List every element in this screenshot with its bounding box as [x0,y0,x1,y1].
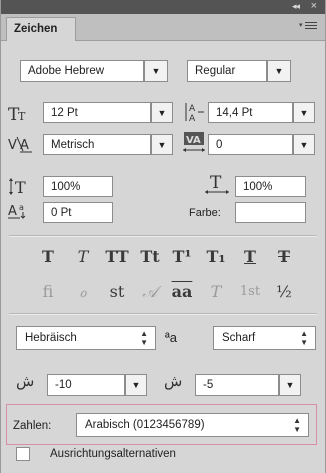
font-size-dropdown[interactable]: ▼ [151,102,173,123]
font-style-field[interactable]: Regular [187,60,267,82]
tracking-dropdown[interactable]: ▼ [293,134,315,155]
ordinals-button[interactable]: 1st [237,280,263,304]
horizontal-scale-icon: T [204,172,230,199]
svg-text:A: A [20,138,29,153]
faux-bold-button[interactable]: T [35,245,61,269]
tab-bar: Zeichen ▾ [1,14,325,41]
font-size-icon: TT [8,104,30,125]
language-value: Hebräisch [25,332,77,344]
diacritic-dropdown[interactable]: ▼ [279,374,301,396]
tab-zeichen[interactable]: Zeichen [6,17,76,41]
color-label: Farbe: [189,207,221,219]
kerning-field[interactable]: Metrisch [43,134,151,155]
faux-italic-button[interactable]: T [70,245,96,269]
language-select[interactable]: Hebräisch ▲ ▼ [16,326,156,350]
close-icon[interactable]: × [311,0,317,12]
underline-button[interactable]: T [237,245,263,269]
kashida-icon: ش [16,372,35,390]
kashida-field[interactable]: -10 [47,374,125,396]
antialias-icon: ªa [165,330,178,345]
panel-menu-icon[interactable]: ▾ [299,22,317,31]
numbers-label: Zahlen: [13,420,52,432]
svg-text:A: A [189,104,196,114]
stylistic-alternates-button[interactable]: aa [169,280,195,304]
svg-text:T: T [18,110,26,122]
subscript-button[interactable]: T₁ [203,245,229,269]
tracking-field[interactable]: 0 [208,134,293,155]
panel-titlebar: ◂◂ × [1,0,325,14]
font-family-field[interactable]: Adobe Hebrew [20,60,144,82]
discretionary-ligatures-button[interactable]: st [104,280,130,304]
titling-alternates-button[interactable]: T [203,280,229,304]
antialias-select[interactable]: Scharf ▲ ▼ [213,326,316,350]
antialias-value: Scharf [222,332,256,344]
contextual-alternates-button[interactable]: ℴ [70,280,96,304]
diacritic-field[interactable]: -5 [195,374,279,396]
all-caps-button[interactable]: TT [104,245,130,269]
alignment-alternates-label: Ausrichtungsalternativen [50,448,176,460]
swash-button[interactable]: 𝒜 [137,280,163,304]
kerning-icon: VA [8,135,34,156]
superscript-button[interactable]: T¹ [169,245,195,269]
svg-text:T: T [210,173,222,193]
svg-text:VA: VA [186,135,201,146]
collapse-icon[interactable]: ◂◂ [292,1,300,12]
svg-text:A: A [189,114,196,123]
svg-text:a: a [19,203,24,212]
baseline-shift-field[interactable]: 0 Pt [43,202,113,223]
svg-text:T: T [15,178,26,196]
leading-icon: AA [184,101,206,126]
kerning-dropdown[interactable]: ▼ [151,134,173,155]
updown-icon: ▲ ▼ [140,329,148,347]
vertical-scale-field[interactable]: 100% [43,176,113,197]
small-caps-button[interactable]: Tt [137,245,163,269]
color-swatch[interactable] [235,202,306,223]
diacritic-icon: ش [164,372,183,390]
leading-field[interactable]: 14,4 Pt [208,102,293,123]
numbers-value: Arabisch (0123456789) [85,419,205,431]
updown-icon: ▲ ▼ [300,329,308,347]
vertical-scale-icon: T [8,178,32,199]
strikethrough-button[interactable]: T [271,245,297,269]
numbers-select[interactable]: Arabisch (0123456789) ▲ ▼ [76,413,309,437]
font-style-dropdown[interactable]: ▼ [267,60,291,82]
baseline-shift-icon: Aa [8,201,32,224]
font-family-dropdown[interactable]: ▼ [144,60,168,82]
ligatures-button[interactable]: fi [35,280,61,304]
svg-text:V: V [8,138,17,153]
character-panel: ◂◂ × Zeichen ▾ Adobe Hebrew ▼ Regular ▼ … [0,0,326,473]
font-size-field[interactable]: 12 Pt [43,102,151,123]
kashida-dropdown[interactable]: ▼ [125,374,147,396]
alignment-alternates-checkbox[interactable] [16,447,30,461]
updown-icon: ▲ ▼ [293,416,301,434]
leading-dropdown[interactable]: ▼ [293,102,315,123]
svg-text:A: A [8,204,17,219]
tracking-icon: VA [181,131,207,158]
horizontal-scale-field[interactable]: 100% [235,176,306,197]
fractions-button[interactable]: ½ [271,280,297,304]
